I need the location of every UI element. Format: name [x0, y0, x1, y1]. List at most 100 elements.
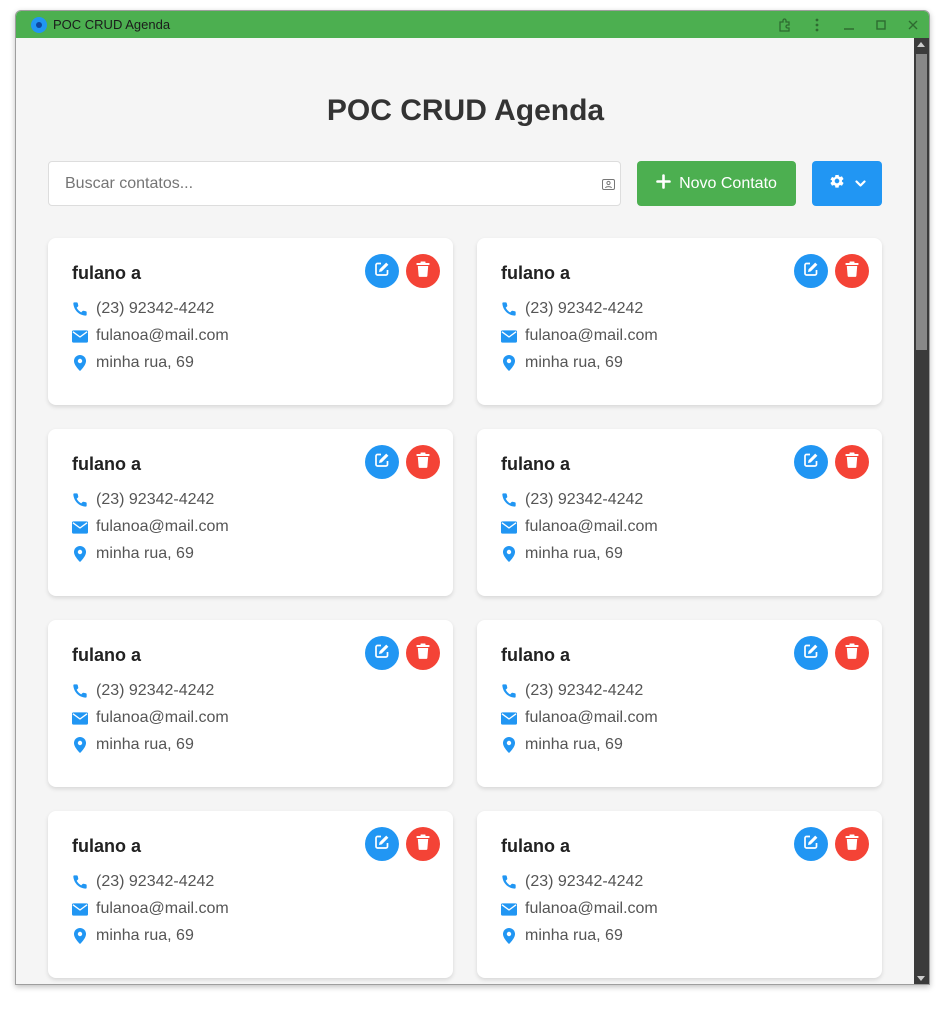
trash-icon: [416, 452, 430, 473]
edit-icon: [374, 834, 390, 855]
contact-phone-row: (23) 92342-4242: [72, 682, 214, 700]
edit-button[interactable]: [794, 827, 828, 861]
delete-button[interactable]: [835, 636, 869, 670]
edit-icon: [803, 834, 819, 855]
contact-email-row: fulanoa@mail.com: [72, 900, 229, 918]
envelope-icon: [72, 328, 88, 344]
contact-email-row: fulanoa@mail.com: [501, 709, 658, 727]
scroll-up-arrow-icon[interactable]: [917, 42, 925, 47]
phone-icon: [501, 301, 517, 317]
contact-phone-row: (23) 92342-4242: [72, 300, 214, 318]
app-logo-icon: [31, 16, 47, 33]
envelope-icon: [501, 901, 517, 917]
delete-button[interactable]: [406, 636, 440, 670]
edit-icon: [803, 643, 819, 664]
contact-phone-row: (23) 92342-4242: [501, 682, 643, 700]
edit-button[interactable]: [365, 254, 399, 288]
edit-icon: [374, 261, 390, 282]
contact-email-row: fulanoa@mail.com: [72, 518, 229, 536]
phone-icon: [501, 492, 517, 508]
contact-phone: (23) 92342-4242: [525, 491, 644, 508]
contact-email-row: fulanoa@mail.com: [72, 327, 229, 345]
app-window: POC CRUD Agenda POC CRUD Agenda Buscar c…: [15, 10, 930, 985]
envelope-icon: [501, 710, 517, 726]
contact-email: fulanoa@mail.com: [525, 518, 658, 535]
contact-address: minha rua, 69: [525, 927, 623, 944]
contact-address-row: minha rua, 69: [72, 545, 194, 563]
contact-email-row: fulanoa@mail.com: [501, 518, 658, 536]
delete-button[interactable]: [406, 445, 440, 479]
envelope-icon: [501, 519, 517, 535]
delete-button[interactable]: [406, 254, 440, 288]
window-controls: [769, 11, 929, 38]
envelope-icon: [72, 901, 88, 917]
contact-email: fulanoa@mail.com: [96, 327, 229, 344]
delete-button[interactable]: [835, 445, 869, 479]
contact-email-row: fulanoa@mail.com: [72, 709, 229, 727]
chevron-down-icon: [854, 175, 866, 193]
new-contact-label: Novo Contato: [679, 174, 777, 192]
search-input[interactable]: [49, 162, 620, 205]
contact-email: fulanoa@mail.com: [96, 709, 229, 726]
map-marker-icon: [501, 546, 517, 562]
edit-button[interactable]: [794, 254, 828, 288]
contact-phone: (23) 92342-4242: [96, 300, 215, 317]
trash-icon: [416, 261, 430, 282]
edit-button[interactable]: [365, 827, 399, 861]
contact-card: fulano a (23) 92342-4242 fulanoa@mail.co…: [477, 620, 882, 787]
contact-name: fulano a: [501, 454, 571, 474]
contact-name: fulano a: [72, 263, 142, 283]
gear-icon: [829, 173, 845, 194]
delete-button[interactable]: [835, 827, 869, 861]
contact-card-icon[interactable]: [602, 178, 615, 196]
contact-name: fulano a: [72, 454, 142, 474]
close-icon[interactable]: [897, 11, 929, 38]
main-content: POC CRUD Agenda Novo Contato fulano a: [16, 38, 915, 984]
contact-phone: (23) 92342-4242: [525, 300, 644, 317]
vertical-scrollbar[interactable]: [914, 38, 929, 984]
settings-dropdown-button[interactable]: [812, 161, 882, 206]
contact-card: fulano a (23) 92342-4242 fulanoa@mail.co…: [48, 811, 453, 978]
envelope-icon: [72, 519, 88, 535]
scroll-down-arrow-icon[interactable]: [917, 976, 925, 981]
page-title: POC CRUD Agenda: [326, 94, 605, 127]
kebab-menu-icon[interactable]: [801, 11, 833, 38]
scrollbar-thumb[interactable]: [916, 54, 927, 350]
map-marker-icon: [501, 737, 517, 753]
phone-icon: [501, 874, 517, 890]
edit-button[interactable]: [794, 445, 828, 479]
map-marker-icon: [72, 546, 88, 562]
map-marker-icon: [501, 928, 517, 944]
contact-email: fulanoa@mail.com: [525, 900, 658, 917]
edit-button[interactable]: [794, 636, 828, 670]
contact-email-row: fulanoa@mail.com: [501, 900, 658, 918]
contact-card: fulano a (23) 92342-4242 fulanoa@mail.co…: [48, 238, 453, 405]
new-contact-button[interactable]: Novo Contato: [637, 161, 796, 206]
phone-icon: [72, 874, 88, 890]
contact-email: fulanoa@mail.com: [96, 518, 229, 535]
envelope-icon: [501, 328, 517, 344]
contact-email: fulanoa@mail.com: [525, 709, 658, 726]
map-marker-icon: [72, 737, 88, 753]
trash-icon: [416, 643, 430, 664]
contact-address: minha rua, 69: [96, 354, 194, 371]
map-marker-icon: [72, 355, 88, 371]
map-marker-icon: [501, 355, 517, 371]
contact-address-row: minha rua, 69: [501, 927, 623, 945]
minimize-icon[interactable]: [833, 11, 865, 38]
contact-phone: (23) 92342-4242: [96, 491, 215, 508]
extension-icon[interactable]: [769, 11, 801, 38]
edit-icon: [374, 452, 390, 473]
delete-button[interactable]: [406, 827, 440, 861]
edit-icon: [374, 643, 390, 664]
delete-button[interactable]: [835, 254, 869, 288]
edit-button[interactable]: [365, 445, 399, 479]
edit-button[interactable]: [365, 636, 399, 670]
trash-icon: [845, 834, 859, 855]
contact-phone: (23) 92342-4242: [525, 682, 644, 699]
contact-email: fulanoa@mail.com: [96, 900, 229, 917]
window-titlebar[interactable]: POC CRUD Agenda: [16, 11, 929, 38]
trash-icon: [416, 834, 430, 855]
maximize-icon[interactable]: [865, 11, 897, 38]
search-box: [48, 161, 621, 206]
